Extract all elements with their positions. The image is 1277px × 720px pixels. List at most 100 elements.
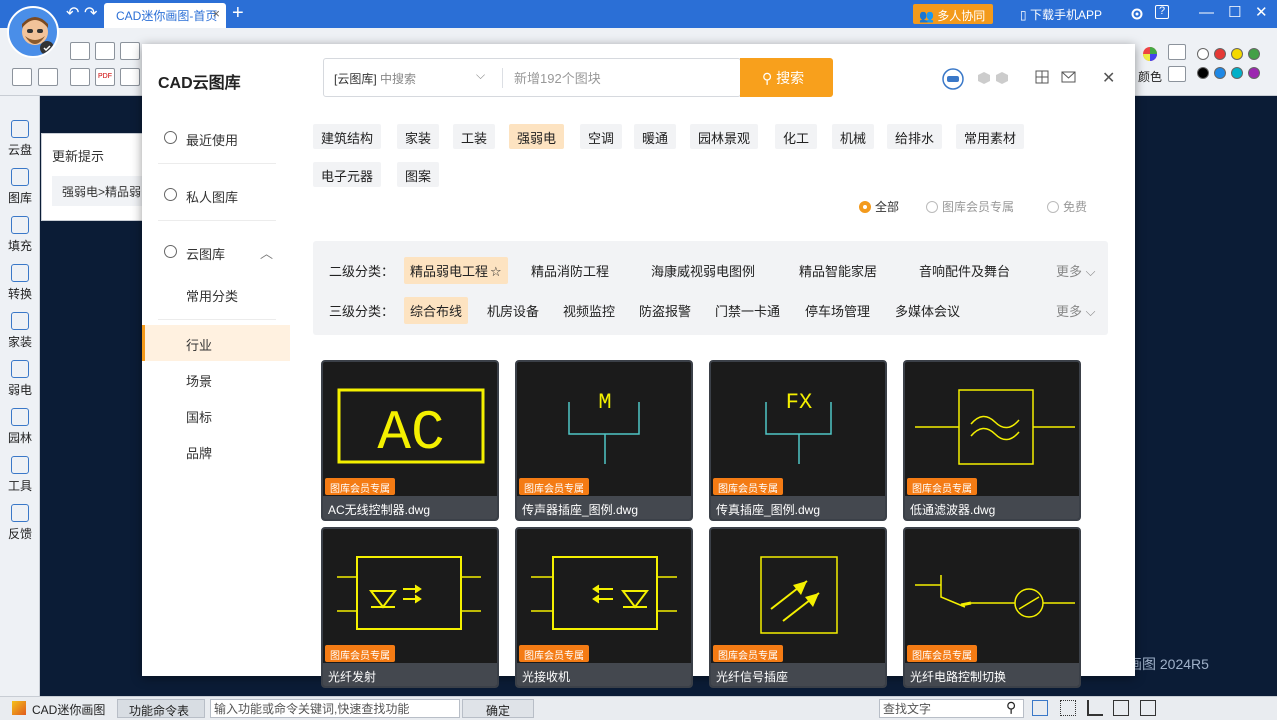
file-card[interactable]: 图库会员专属 光纤信号插座 (709, 527, 887, 688)
filter-radio[interactable]: 全部 (859, 198, 899, 215)
category-chip[interactable]: 图案 (397, 162, 440, 187)
color-wheel-icon[interactable] (1142, 46, 1158, 62)
open-file-icon[interactable] (95, 42, 115, 60)
nav-private[interactable]: 私人图库 (142, 176, 290, 216)
command-table-button[interactable]: 功能命令表 (117, 699, 205, 718)
category-chip[interactable]: 建筑结构 (313, 124, 382, 149)
file-card[interactable]: AC 图库会员专属 AC无线控制器.dwg (321, 360, 499, 521)
find-search-icon[interactable]: ⚲ (1006, 699, 1016, 716)
display-icon[interactable] (1168, 66, 1186, 82)
search-scope-select[interactable]: [云图库] 中搜索 (334, 70, 416, 87)
close-window-button[interactable]: ✕ (1255, 4, 1268, 22)
command-input[interactable] (210, 699, 460, 718)
chevron-down-icon[interactable]: ⌵ (476, 68, 485, 83)
sidebar-item[interactable]: 园林 (0, 402, 40, 450)
help-icon[interactable]: ? (1155, 5, 1169, 19)
nav-sub-item[interactable]: 行业 (142, 325, 290, 361)
file-card[interactable]: 图库会员专属 光纤电路控制切换 (903, 527, 1081, 688)
filter-radio[interactable]: 图库会员专属 (926, 198, 1014, 215)
category-chip[interactable]: 给排水 (887, 124, 943, 149)
file-card[interactable]: M 图库会员专属 传声器插座_图例.dwg (515, 360, 693, 521)
category-chip[interactable]: 机械 (832, 124, 875, 149)
category-chip[interactable]: 园林景观 (690, 124, 759, 149)
ortho-icon[interactable] (1087, 700, 1103, 716)
sidebar-item[interactable]: 转换 (0, 258, 40, 306)
search-button[interactable]: ⚲ 搜索 (740, 58, 833, 97)
file-card[interactable]: 图库会员专属 低通滤波器.dwg (903, 360, 1081, 521)
swap-color-icon[interactable] (1168, 44, 1186, 60)
undo-icon[interactable]: ↶ (66, 5, 79, 23)
category-chip[interactable]: 工装 (453, 124, 496, 149)
color-swatch[interactable] (1214, 48, 1226, 60)
color-swatch[interactable] (1231, 48, 1243, 60)
nav-sub-item[interactable]: 国标 (142, 397, 290, 433)
minimize-button[interactable]: — (1199, 4, 1214, 22)
sidebar-item[interactable]: 家装 (0, 306, 40, 354)
nav-sub-item[interactable]: 常用分类 (142, 276, 290, 312)
category-chip[interactable]: 强弱电 (509, 124, 565, 149)
chevron-up-icon[interactable]: ︿ (260, 243, 273, 262)
level2-item[interactable]: 海康威视弱电图例 (651, 261, 755, 280)
sidebar-item[interactable]: 弱电 (0, 354, 40, 402)
nav-recent[interactable]: 最近使用 (142, 119, 290, 159)
arrow-left-icon[interactable] (12, 68, 32, 86)
snap-icon[interactable] (1032, 700, 1048, 716)
category-chip[interactable]: 空调 (580, 124, 623, 149)
sidebar-item[interactable]: 工具 (0, 450, 40, 498)
category-chip[interactable]: 化工 (775, 124, 818, 149)
level3-item[interactable]: 多媒体会议 (895, 301, 960, 320)
level2-item[interactable]: 音响配件及舞台 (919, 261, 1010, 280)
find-text-input[interactable] (879, 699, 1024, 718)
level3-item[interactable]: 机房设备 (487, 301, 539, 320)
level3-item[interactable]: 视频监控 (563, 301, 615, 320)
tab-home[interactable]: CAD迷你画图-首页 × (104, 3, 226, 28)
dialog-close-button[interactable]: ✕ (1102, 68, 1115, 88)
cad-logo-icon[interactable] (942, 68, 964, 90)
print-icon[interactable] (70, 68, 90, 86)
import-icon[interactable] (38, 68, 58, 86)
color-swatch[interactable] (1248, 67, 1260, 79)
level3-item[interactable]: 防盗报警 (639, 301, 691, 320)
star-icon[interactable]: ☆ (490, 264, 502, 279)
level3-item[interactable]: 停车场管理 (805, 301, 870, 320)
sidebar-item[interactable]: 云盘 (0, 114, 40, 162)
level2-item[interactable]: 精品消防工程 (531, 261, 609, 280)
color-swatch[interactable] (1197, 48, 1209, 60)
file-card[interactable]: 图库会员专属 光纤发射 (321, 527, 499, 688)
polar-icon[interactable] (1113, 700, 1129, 716)
color-swatch[interactable] (1231, 67, 1243, 79)
grid-icon[interactable] (1060, 700, 1076, 716)
filter-radio[interactable]: 免费 (1047, 198, 1087, 215)
grid-view-icon[interactable] (1035, 70, 1051, 86)
settings-gear-icon[interactable] (1130, 7, 1144, 21)
user-avatar[interactable] (7, 6, 59, 58)
ok-button[interactable]: 确定 (462, 699, 534, 718)
download-app-link[interactable]: ▯ 下载手机APP (1020, 6, 1102, 23)
image-export-icon[interactable] (120, 68, 140, 86)
nav-cloud[interactable]: 云图库 ︿ (142, 233, 290, 273)
osnap-icon[interactable] (1140, 700, 1156, 716)
level3-more-button[interactable]: 更多 ⌵ (1056, 301, 1095, 320)
category-chip[interactable]: 暖通 (634, 124, 677, 149)
pdf-icon[interactable]: PDF (95, 68, 115, 86)
sidebar-item[interactable]: 填充 (0, 210, 40, 258)
color-swatch[interactable] (1214, 67, 1226, 79)
level3-item[interactable]: 综合布线 (404, 297, 469, 324)
level2-item[interactable]: 精品智能家居 (799, 261, 877, 280)
multi-collab-button[interactable]: 👥 多人协同 (913, 4, 993, 24)
level3-item[interactable]: 门禁一卡通 (715, 301, 780, 320)
file-card[interactable]: 图库会员专属 光接收机 (515, 527, 693, 688)
category-chip[interactable]: 常用素材 (956, 124, 1025, 149)
level2-item[interactable]: 精品弱电工程 ☆ (404, 257, 508, 284)
level2-more-button[interactable]: 更多 ⌵ (1056, 261, 1095, 280)
open-folder-icon[interactable] (70, 42, 90, 60)
nav-sub-item[interactable]: 品牌 (142, 433, 290, 469)
color-swatch[interactable] (1197, 67, 1209, 79)
file-card[interactable]: FX 图库会员专属 传真插座_图例.dwg (709, 360, 887, 521)
sidebar-item[interactable]: 反馈 (0, 498, 40, 546)
category-chip[interactable]: 家装 (397, 124, 440, 149)
category-chip[interactable]: 电子元器 (313, 162, 382, 187)
color-swatch[interactable] (1248, 48, 1260, 60)
redo-icon[interactable]: ↷ (84, 5, 97, 23)
tooltip-path[interactable]: 强弱电>精品弱 (52, 176, 144, 206)
